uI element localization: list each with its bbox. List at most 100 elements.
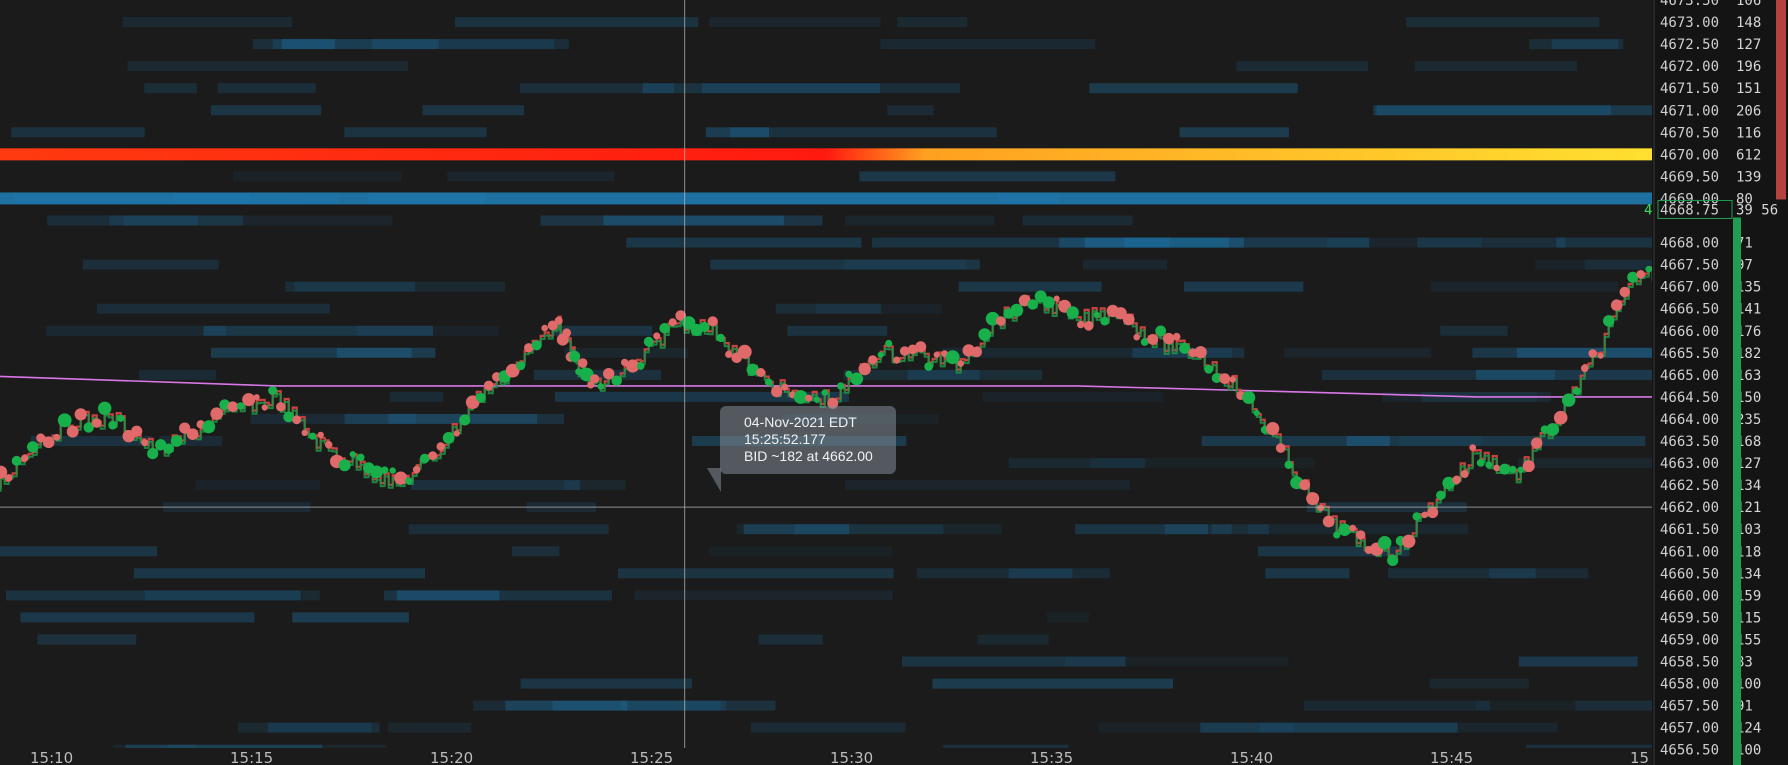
sell-trade-dot — [1133, 333, 1140, 341]
sell-trade-dot — [66, 425, 79, 438]
buy-trade-dot — [309, 432, 317, 440]
buy-trade-dot — [459, 414, 471, 426]
sell-trade-dot — [577, 358, 588, 368]
buy-trade-dot — [381, 466, 389, 474]
buy-trade-dot — [643, 336, 654, 347]
size-label: 206 — [1736, 103, 1761, 119]
buy-trade-dot — [945, 350, 960, 365]
liquidity-band — [787, 325, 888, 336]
sell-trade-dot — [428, 451, 438, 460]
buy-trade-dot — [1093, 311, 1100, 319]
sell-trade-dot — [1469, 444, 1477, 451]
price-tick-label: 4663.50 — [1660, 434, 1719, 450]
buy-trade-dot — [1412, 512, 1421, 521]
liquidity-band — [1211, 524, 1269, 535]
buy-trade-dot — [821, 389, 828, 396]
price-tick-label: 4658.50 — [1660, 655, 1719, 671]
sell-trade-dot — [1580, 364, 1589, 373]
buy-trade-dot — [1509, 465, 1517, 473]
liquidity-band — [292, 612, 409, 623]
liquidity-band — [750, 722, 906, 733]
ask-heat-level — [0, 148, 1652, 161]
price-tick-label: 4672.00 — [1660, 59, 1719, 75]
buy-trade-dot — [405, 477, 413, 485]
sell-trade-dot — [1299, 479, 1311, 491]
tooltip-tail — [707, 468, 721, 492]
sell-trade-dot — [394, 471, 408, 485]
buy-trade-dot — [1476, 459, 1485, 467]
price-tick-label: 4658.00 — [1660, 677, 1719, 693]
liquidity-band — [388, 722, 472, 733]
buy-trade-dot — [1645, 265, 1652, 273]
buy-trade-dot — [338, 459, 351, 472]
buy-trade-dot — [611, 375, 622, 386]
buy-trade-dot — [202, 420, 216, 434]
liquidity-band — [1430, 281, 1619, 292]
liquidity-band — [520, 678, 692, 689]
price-tick-label: 4661.00 — [1660, 544, 1719, 560]
buy-trade-dot — [1100, 316, 1110, 326]
liquidity-band — [511, 546, 560, 557]
sell-trade-dot — [301, 429, 308, 436]
liquidity-band — [758, 634, 823, 645]
price-tick-label: 4671.50 — [1660, 81, 1719, 97]
liquidity-band — [709, 17, 881, 28]
liquidity-band — [195, 480, 320, 491]
sell-trade-dot — [412, 465, 421, 474]
price-tick-label: 4673.00 — [1660, 15, 1719, 31]
liquidity-band — [233, 171, 402, 182]
sell-trade-dot — [253, 394, 260, 401]
price-tick-label: 4668.75 — [1660, 203, 1719, 219]
liquidity-band — [626, 237, 862, 248]
price-tick-label: 4660.00 — [1660, 588, 1719, 604]
liquidity-band — [1090, 458, 1315, 469]
sell-trade-dot — [1122, 313, 1135, 326]
sell-trade-dot — [276, 402, 286, 412]
liquidity-band — [1472, 347, 1674, 358]
liquidity-band — [122, 17, 293, 28]
sell-trade-dot — [1421, 511, 1428, 518]
buy-trade-dot — [147, 448, 159, 460]
buy-trade-dot — [1603, 315, 1615, 327]
sell-trade-dot — [1077, 320, 1085, 329]
buy-trade-dot — [268, 386, 278, 396]
size-label: 106 — [1736, 0, 1761, 9]
price-tick-label: 4670.50 — [1660, 125, 1719, 141]
buy-trade-dot — [978, 328, 991, 341]
sell-trade-dot — [771, 386, 783, 398]
sell-trade-dot — [707, 316, 718, 327]
liquidity-band — [564, 480, 626, 491]
liquidity-band — [1429, 678, 1529, 689]
sell-trade-dot — [1493, 464, 1500, 472]
sell-trade-dot — [1163, 332, 1175, 345]
liquidity-band — [634, 590, 893, 601]
liquidity-band — [1346, 436, 1646, 446]
heatmap-chart[interactable]: 4673.50 106 4673.00 148 4672.50 127 4672.00 196… — [0, 0, 1788, 765]
liquidity-band — [447, 171, 615, 182]
buy-trade-dot — [389, 467, 396, 474]
time-tick-label: 15 — [1630, 749, 1649, 765]
tooltip-text: BID ~182 at 4662.00 — [744, 448, 873, 464]
sell-trade-dot — [858, 362, 871, 376]
buy-trade-dot — [1378, 536, 1392, 550]
time-tick-label: 15:20 — [430, 749, 473, 765]
liquidity-band — [702, 83, 961, 94]
buy-trade-dot — [1242, 391, 1256, 404]
sell-trade-dot — [1172, 332, 1181, 341]
liquidity-band — [1440, 325, 1508, 336]
sell-trade-dot — [868, 355, 878, 365]
liquidity-band — [982, 391, 1164, 402]
liquidity-band — [344, 127, 487, 138]
sell-trade-dot — [53, 433, 61, 441]
buy-trade-dot — [1436, 490, 1446, 500]
time-tick-label: 15:40 — [1230, 749, 1273, 765]
sell-trade-dot — [1229, 376, 1236, 383]
price-tick-label: 4663.00 — [1660, 456, 1719, 472]
liquidity-band — [133, 568, 426, 579]
buy-trade-dot — [11, 455, 22, 466]
sell-trade-dot — [1452, 475, 1461, 485]
price-tick-label: 4670.00 — [1660, 147, 1719, 163]
chart-canvas[interactable]: 4673.50 106 4673.00 148 4672.50 127 4672.00 196… — [0, 0, 1788, 765]
liquidity-band — [1179, 127, 1289, 138]
liquidity-band — [1201, 436, 1390, 446]
